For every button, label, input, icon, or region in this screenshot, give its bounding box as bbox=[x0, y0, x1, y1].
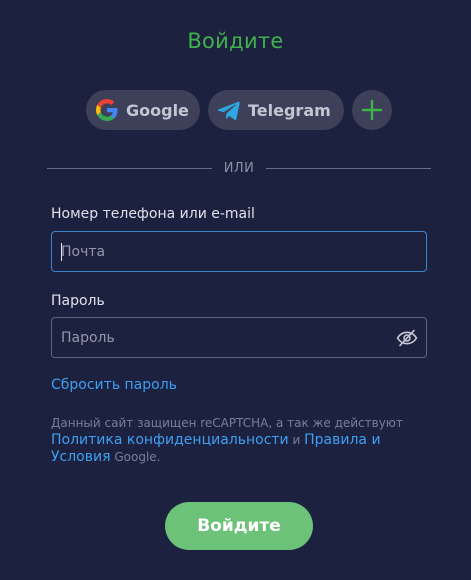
privacy-policy-link[interactable]: Политика конфиденциальности bbox=[51, 432, 289, 448]
telegram-login-button[interactable]: Telegram bbox=[208, 90, 344, 130]
google-login-label: Google bbox=[126, 100, 189, 120]
password-input[interactable] bbox=[52, 318, 426, 357]
text-caret bbox=[61, 243, 62, 261]
login-submit-button[interactable]: Войдите bbox=[165, 502, 313, 550]
telegram-icon bbox=[217, 98, 241, 122]
google-login-button[interactable]: Google bbox=[86, 90, 200, 130]
divider-line-right bbox=[266, 167, 431, 169]
or-divider: ИЛИ bbox=[47, 158, 431, 178]
eye-slash-icon[interactable] bbox=[396, 328, 418, 348]
recaptcha-suffix: Google. bbox=[114, 450, 161, 464]
recaptcha-text: Данный сайт защищен reCAPTCHA, а так же … bbox=[51, 416, 403, 430]
login-page: Войдите Google Telegram ИЛИ Номер телефо… bbox=[0, 0, 471, 580]
login-input-wrapper bbox=[51, 231, 427, 272]
page-title: Войдите bbox=[187, 29, 284, 53]
social-login-row: Google Telegram bbox=[86, 90, 392, 130]
login-field-label: Номер телефона или e-mail bbox=[51, 206, 255, 222]
google-icon bbox=[95, 98, 119, 122]
divider-text: ИЛИ bbox=[223, 160, 255, 176]
telegram-login-label: Telegram bbox=[248, 100, 331, 120]
recaptcha-and: и bbox=[292, 433, 301, 447]
more-login-options-button[interactable] bbox=[352, 90, 392, 130]
reset-password-link[interactable]: Сбросить пароль bbox=[51, 377, 177, 393]
password-input-wrapper bbox=[51, 317, 427, 358]
password-field-label: Пароль bbox=[51, 293, 105, 309]
email-phone-input[interactable] bbox=[52, 232, 426, 271]
recaptcha-notice: Данный сайт защищен reCAPTCHA, а так же … bbox=[51, 415, 421, 466]
divider-line-left bbox=[47, 167, 212, 169]
plus-icon bbox=[360, 98, 384, 122]
